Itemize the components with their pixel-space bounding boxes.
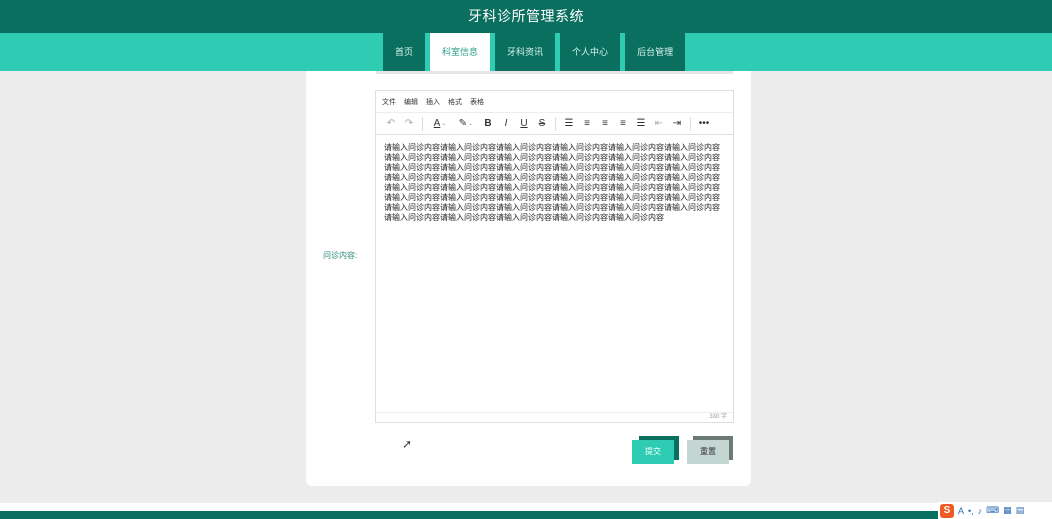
toolbar-separator	[422, 116, 423, 131]
bold-icon[interactable]: B	[479, 115, 497, 133]
ime-punctuation-icon[interactable]: •,	[968, 506, 974, 516]
keyboard-icon[interactable]: ⌨	[986, 505, 999, 516]
line-height-icon[interactable]: ☰	[560, 115, 578, 133]
menu-file[interactable]: 文件	[382, 97, 396, 107]
text-color-icon[interactable]: A ⌄	[427, 115, 453, 133]
align-left-icon[interactable]: ≡	[578, 115, 596, 133]
app-title: 牙科诊所管理系统	[0, 0, 1052, 33]
menu-edit[interactable]: 编辑	[404, 97, 418, 107]
menu-format[interactable]: 格式	[448, 97, 462, 107]
nav-tabs: 首页 科室信息 牙科资讯 个人中心 后台管理	[383, 33, 686, 71]
rich-text-editor[interactable]: 文件 编辑 插入 格式 表格 ↶ ↷ A ⌄ ✎ ⌄ B I U S ☰ ≡ ≡ ≡…	[375, 90, 734, 423]
indent-icon[interactable]: ⇥	[668, 115, 686, 133]
menu-table[interactable]: 表格	[470, 97, 484, 107]
consultation-content-label: 问诊内容:	[323, 251, 358, 260]
submit-button[interactable]: 提交	[632, 440, 674, 464]
toolbar-separator	[555, 116, 556, 131]
toolbar-separator	[690, 116, 691, 131]
reset-button[interactable]: 重置	[687, 440, 729, 464]
outdent-icon[interactable]: ⇤	[650, 115, 668, 133]
tab-home[interactable]: 首页	[383, 33, 426, 71]
strikethrough-icon[interactable]: S	[533, 115, 551, 133]
tab-dental-news[interactable]: 牙科资讯	[495, 33, 556, 71]
ime-toolbar[interactable]: S A •, ♪ ⌨ ▦ ▤	[938, 502, 1052, 519]
tab-admin[interactable]: 后台管理	[625, 33, 686, 71]
align-center-icon[interactable]: ≡	[596, 115, 614, 133]
more-icon[interactable]: •••	[695, 115, 713, 133]
editor-content[interactable]: 请输入问诊内容请输入问诊内容请输入问诊内容请输入问诊内容请输入问诊内容请输入问诊…	[384, 143, 724, 223]
nav-bar: 首页 科室信息 牙科资讯 个人中心 后台管理	[0, 33, 1052, 71]
editor-menubar: 文件 编辑 插入 格式 表格	[376, 91, 733, 113]
editor-toolbar: ↶ ↷ A ⌄ ✎ ⌄ B I U S ☰ ≡ ≡ ≡ ☰ ⇤ ⇥ •••	[376, 113, 733, 135]
menu-insert[interactable]: 插入	[426, 97, 440, 107]
ime-logo-icon[interactable]: S	[940, 503, 954, 518]
ime-menu-icon[interactable]: ▤	[1016, 505, 1025, 516]
word-count: 330 字	[376, 412, 733, 422]
page-bottom-gap	[0, 503, 1052, 511]
redo-icon[interactable]: ↷	[400, 115, 418, 133]
highlight-color-icon[interactable]: ✎ ⌄	[453, 115, 479, 133]
undo-icon[interactable]: ↶	[382, 115, 400, 133]
tab-personal-center[interactable]: 个人中心	[560, 33, 621, 71]
ime-mode-indicator[interactable]: A	[958, 506, 964, 516]
ime-toolbox-icon[interactable]: ▦	[1003, 505, 1012, 516]
microphone-icon[interactable]: ♪	[978, 506, 983, 516]
align-right-icon[interactable]: ≡	[614, 115, 632, 133]
align-justify-icon[interactable]: ☰	[632, 115, 650, 133]
tab-department-info[interactable]: 科室信息	[430, 33, 491, 71]
footer-bar	[0, 511, 1052, 519]
mouse-cursor-icon: ➚	[402, 437, 413, 451]
underline-icon[interactable]: U	[515, 115, 533, 133]
italic-icon[interactable]: I	[497, 115, 515, 133]
previous-field-bottom	[376, 71, 733, 74]
